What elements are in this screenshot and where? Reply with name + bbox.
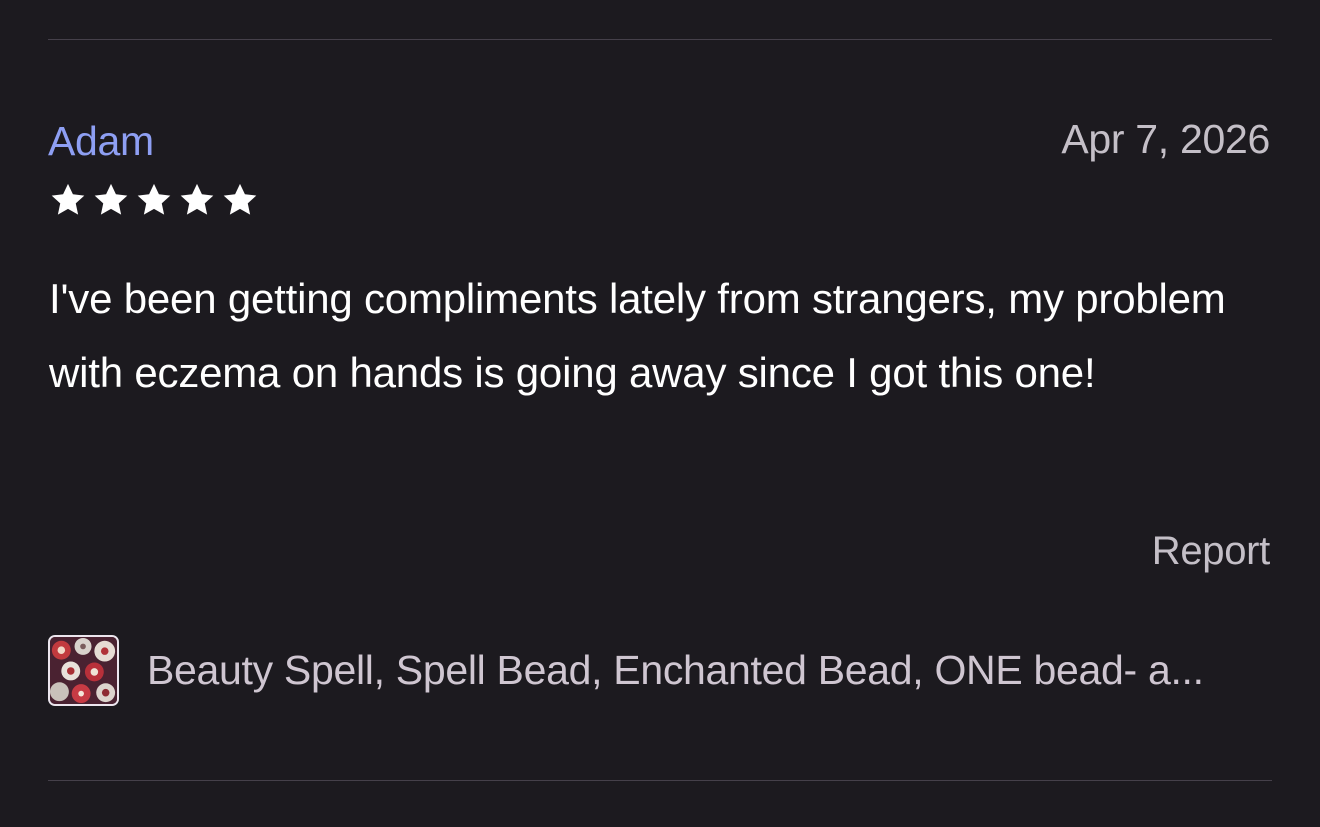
- product-link[interactable]: Beauty Spell, Spell Bead, Enchanted Bead…: [48, 632, 1272, 708]
- product-title[interactable]: Beauty Spell, Spell Bead, Enchanted Bead…: [147, 646, 1204, 694]
- star-icon: [94, 183, 128, 215]
- star-icon: [51, 183, 85, 215]
- bottom-divider: [48, 780, 1272, 781]
- star-icon: [223, 183, 257, 215]
- star-icon: [137, 183, 171, 215]
- star-rating: [49, 181, 259, 219]
- review-date: Apr 7, 2026: [1061, 116, 1270, 162]
- product-thumbnail: [48, 634, 119, 706]
- star-icon: [180, 183, 214, 215]
- top-divider: [48, 39, 1272, 40]
- review-text: I've been getting compliments lately fro…: [49, 275, 1226, 396]
- report-button[interactable]: Report: [1152, 527, 1271, 575]
- reviewer-name[interactable]: Adam: [48, 117, 154, 165]
